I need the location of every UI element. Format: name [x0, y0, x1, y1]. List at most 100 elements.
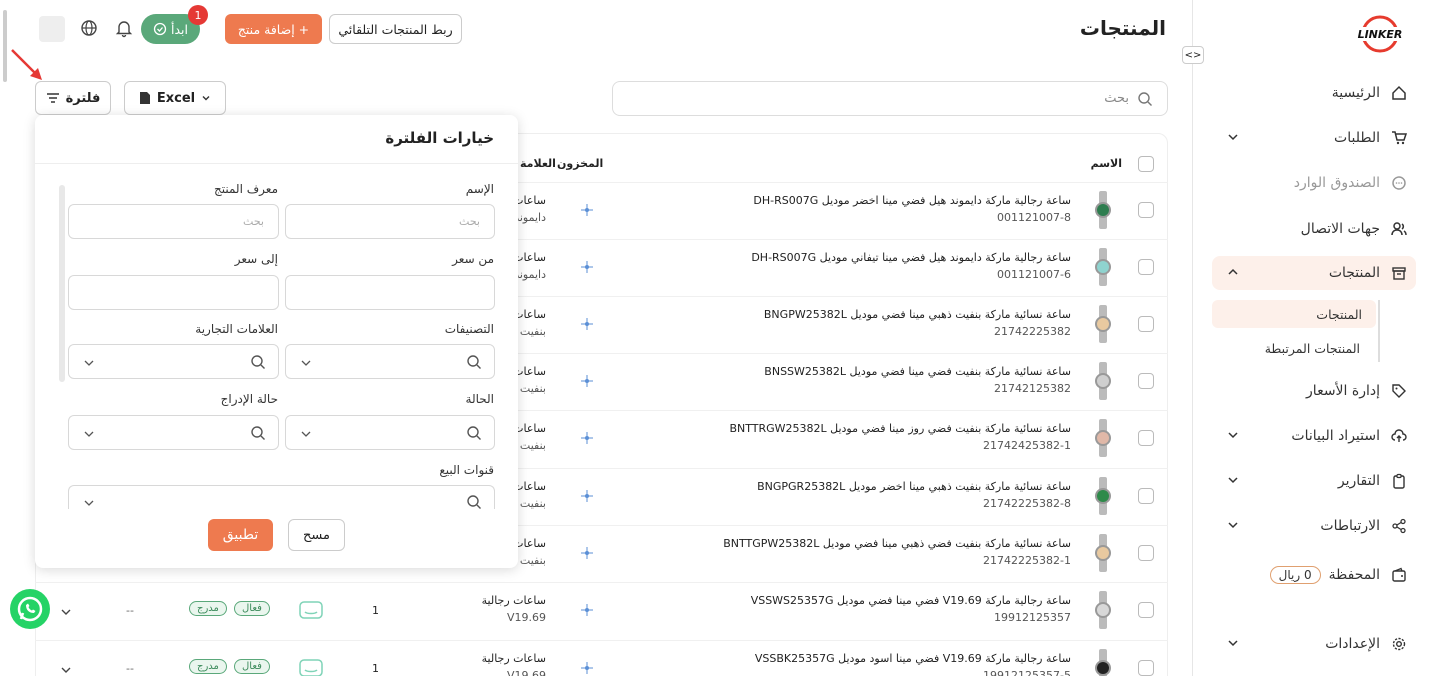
sidebar-subitem-linked-products[interactable]: المنتجات المرتبطة: [1265, 334, 1360, 362]
whatsapp-button[interactable]: [10, 589, 50, 629]
brand-subname: بنفيت: [519, 497, 546, 510]
product-name[interactable]: ساعة نسائية ماركة بنفيت فضي ذهبي مينا فض…: [723, 537, 1071, 550]
stock-icon[interactable]: [580, 489, 594, 503]
filter-from-price-input[interactable]: [285, 275, 495, 310]
search-input[interactable]: بحث: [612, 81, 1168, 116]
product-name[interactable]: ساعة نسائية ماركة بنفيت ذهبي مينا اخضر م…: [757, 480, 1071, 493]
filter-brands-select[interactable]: [68, 344, 279, 379]
row-checkbox[interactable]: [1138, 259, 1154, 275]
stock-icon[interactable]: [580, 374, 594, 388]
home-icon: [1390, 84, 1408, 102]
product-thumbnail: [1095, 191, 1111, 229]
sales-channel-icon: [299, 659, 323, 676]
sidebar-item-pricing[interactable]: إدارة الأسعار: [1212, 374, 1416, 408]
filter-name-input[interactable]: بحث: [285, 204, 495, 239]
row-checkbox[interactable]: [1138, 430, 1154, 446]
brand-subname: بنفيت: [519, 382, 546, 395]
product-name[interactable]: ساعة نسائية ماركة بنفيت فضي روز مينا فضي…: [729, 422, 1071, 435]
auto-link-products-button[interactable]: ربط المنتجات التلقائي: [329, 14, 462, 44]
sidebar-collapse-button[interactable]: <>: [1182, 46, 1204, 64]
brand-subname: بنفيت: [519, 439, 546, 452]
sidebar-item-settings[interactable]: الإعدادات: [1212, 627, 1416, 661]
row-checkbox[interactable]: [1138, 660, 1154, 676]
sidebar-item-import[interactable]: استيراد البيانات: [1212, 419, 1416, 453]
stock-icon[interactable]: [580, 661, 594, 675]
sidebar-subitem-products[interactable]: المنتجات: [1212, 300, 1376, 328]
stock-icon[interactable]: [580, 603, 594, 617]
product-name[interactable]: ساعة رجالية ماركة V19.69 فضي مينا فضي مو…: [751, 594, 1071, 607]
stock-icon[interactable]: [580, 546, 594, 560]
chevron-down-icon: [84, 360, 94, 366]
row-checkbox[interactable]: [1138, 373, 1154, 389]
filter-brands-label: العلامات التجارية: [195, 322, 278, 336]
share-nodes-icon: [1390, 517, 1408, 535]
product-thumbnail: [1095, 305, 1111, 343]
globe-icon[interactable]: [79, 18, 99, 38]
linker-logo[interactable]: LINKER: [1350, 14, 1410, 54]
sidebar-item-integrations[interactable]: الارتباطات: [1212, 509, 1416, 543]
row-checkbox[interactable]: [1138, 602, 1154, 618]
filter-categories-select[interactable]: [285, 344, 495, 379]
sidebar-item-home[interactable]: الرئيسية: [1212, 76, 1416, 110]
sidebar-item-contacts[interactable]: جهات الاتصال: [1212, 212, 1416, 246]
page-scrollbar[interactable]: [3, 10, 7, 82]
row-checkbox[interactable]: [1138, 545, 1154, 561]
brand-name: ساعات: [513, 194, 546, 207]
sidebar-item-products[interactable]: المنتجات: [1212, 256, 1416, 290]
stock-icon[interactable]: [580, 431, 594, 445]
product-sku: 21742225382-1: [983, 554, 1071, 567]
chat-icon: [1390, 174, 1408, 192]
clear-filter-button[interactable]: مسح: [288, 519, 345, 551]
filter-to-price-input[interactable]: [68, 275, 279, 310]
row-checkbox[interactable]: [1138, 316, 1154, 332]
row-checkbox[interactable]: [1138, 202, 1154, 218]
brand-name: ساعات رجالية: [481, 594, 546, 607]
filter-channels-select[interactable]: [68, 485, 495, 509]
chevron-down-icon[interactable]: [60, 606, 72, 618]
product-sku: 001121007-6: [997, 268, 1071, 281]
excel-export-button[interactable]: Excel: [124, 81, 226, 115]
sidebar-item-orders[interactable]: الطلبات: [1212, 121, 1416, 155]
filter-button[interactable]: فلترة: [35, 81, 111, 115]
bell-icon[interactable]: [114, 18, 134, 38]
filter-scrollbar[interactable]: [59, 185, 65, 382]
filter-listing-select[interactable]: [68, 415, 279, 450]
product-sku: 21742225382-8: [983, 497, 1071, 510]
brand-name: ساعات: [513, 480, 546, 493]
search-icon: [251, 355, 265, 369]
sidebar-item-reports[interactable]: التقارير: [1212, 464, 1416, 498]
row-checkbox[interactable]: [1138, 488, 1154, 504]
sidebar-item-wallet[interactable]: المحفظة 0 ريال: [1212, 558, 1416, 592]
filter-status-select[interactable]: [285, 415, 495, 450]
chevron-down-icon[interactable]: [60, 664, 72, 676]
apply-filter-button[interactable]: تطبيق: [208, 519, 273, 551]
stock-icon[interactable]: [580, 203, 594, 217]
sales-channel-icon: [299, 601, 323, 619]
product-name[interactable]: ساعة نسائية ماركة بنفيت فضي مينا فضي مود…: [764, 365, 1071, 378]
apps-icon[interactable]: [39, 16, 65, 42]
filter-id-label: معرف المنتج: [213, 182, 278, 196]
filter-categories-label: التصنيفات: [444, 322, 494, 336]
product-name[interactable]: ساعة رجالية ماركة دايموند هيل فضي مينا ت…: [751, 251, 1071, 264]
file-icon: [139, 92, 150, 104]
search-icon: [467, 355, 481, 369]
product-sku: 19912125357: [994, 611, 1071, 624]
product-name[interactable]: ساعة رجالية ماركة V19.69 فضي مينا اسود م…: [755, 652, 1071, 665]
product-name[interactable]: ساعة نسائية ماركة بنفيت ذهبي مينا فضي مو…: [764, 308, 1071, 321]
filter-id-input[interactable]: بحث: [68, 204, 279, 239]
product-thumbnail: [1095, 534, 1111, 572]
filter-status-label: الحالة: [465, 392, 494, 406]
select-all-checkbox[interactable]: [1138, 156, 1154, 172]
brand-subname: بنفيت: [519, 325, 546, 338]
chevron-down-icon: [1228, 640, 1238, 647]
chevron-down-icon: [301, 360, 311, 366]
add-product-button[interactable]: + إضافة منتج: [225, 14, 322, 44]
sidebar-item-inbox[interactable]: الصندوق الوارد: [1212, 166, 1416, 200]
product-name[interactable]: ساعة رجالية ماركة دايموند هيل فضي مينا ا…: [753, 194, 1071, 207]
stock-icon[interactable]: [580, 260, 594, 274]
product-thumbnail: [1095, 477, 1111, 515]
filter-from-price-label: من سعر: [452, 252, 494, 266]
stock-icon[interactable]: [580, 317, 594, 331]
status-badge: فعال: [234, 659, 270, 674]
wallet-icon: [1390, 566, 1408, 584]
